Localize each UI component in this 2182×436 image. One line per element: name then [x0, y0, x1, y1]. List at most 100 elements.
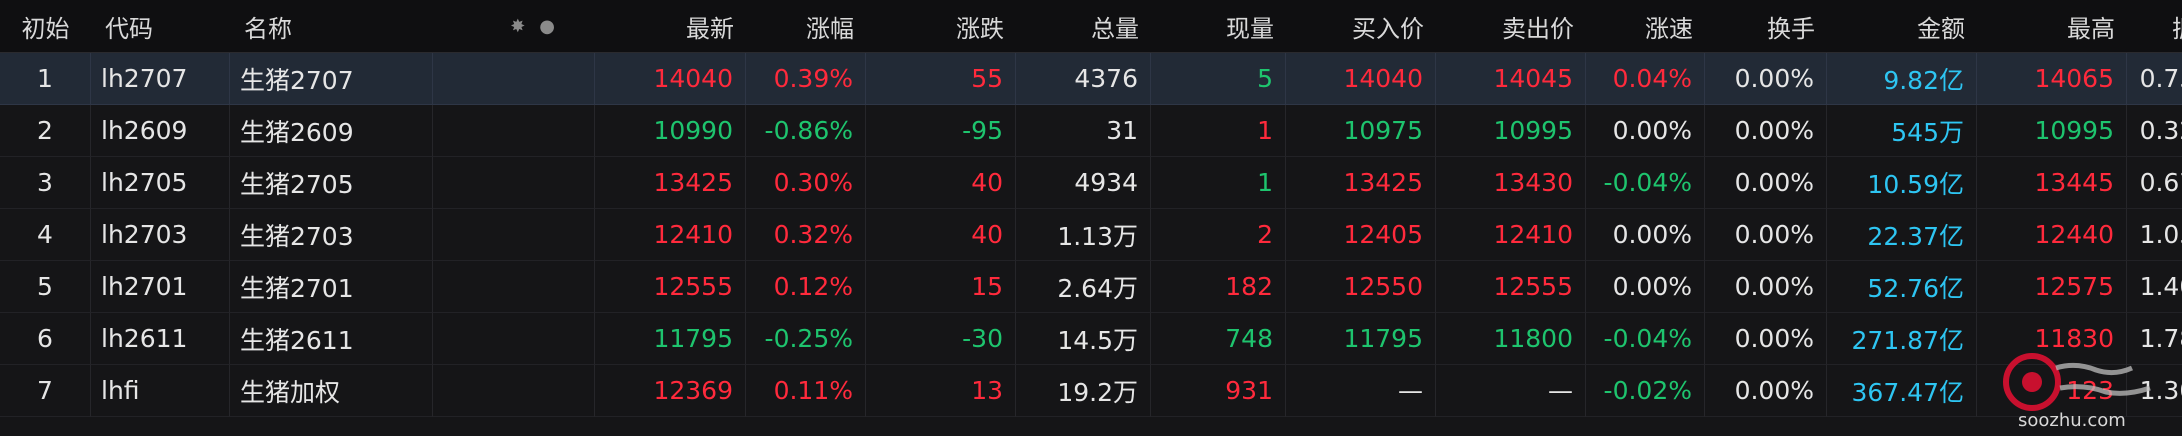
- cell-pct: 0.12%: [746, 261, 866, 313]
- table-row[interactable]: 2 lh2609 生猪2609 10990 -0.86% -95 31 1 10975 10995…: [0, 105, 2182, 157]
- soozhu-watermark-logo: soozhu.com: [2003, 353, 2151, 431]
- cell-name: 生猪加权: [230, 365, 433, 417]
- cell-last: 10990: [595, 105, 746, 157]
- cell-turn: 0.00%: [1705, 105, 1827, 157]
- cell-ask: 14045: [1436, 53, 1586, 105]
- cell-cur: 1: [1151, 157, 1286, 209]
- cell-amount: 9.82亿: [1827, 53, 1977, 105]
- cell-tools-spacer: [433, 313, 595, 365]
- cell-ask: 11800: [1436, 313, 1586, 365]
- header-high[interactable]: 最高: [1977, 0, 2127, 52]
- cell-high: 12575: [1977, 261, 2127, 313]
- cell-cur: 1: [1151, 105, 1286, 157]
- gear-icon[interactable]: ✸: [510, 16, 525, 37]
- cell-chg: 55: [866, 53, 1016, 105]
- header-ask[interactable]: 卖出价: [1436, 0, 1586, 52]
- cell-code: lhfi: [91, 365, 230, 417]
- table-row[interactable]: 3 lh2705 生猪2705 13425 0.30% 40 4934 1 13425 13430…: [0, 157, 2182, 209]
- cell-turn: 0.00%: [1705, 261, 1827, 313]
- header-vol[interactable]: 总量: [1016, 0, 1151, 52]
- header-cur[interactable]: 现量: [1151, 0, 1286, 52]
- cell-amount: 10.59亿: [1827, 157, 1977, 209]
- cell-tools-spacer: [433, 365, 595, 417]
- table-row[interactable]: 1 lh2707 生猪2707 14040 0.39% 55 4376 5 14040 14045…: [0, 53, 2182, 105]
- cell-cur: 931: [1151, 365, 1286, 417]
- cell-index: 1: [0, 53, 91, 105]
- cell-code: lh2701: [91, 261, 230, 313]
- cell-index: 6: [0, 313, 91, 365]
- cell-vol: 4934: [1016, 157, 1151, 209]
- cell-high: 13445: [1977, 157, 2127, 209]
- cell-turn: 0.00%: [1705, 157, 1827, 209]
- cell-last: 12369: [595, 365, 746, 417]
- column-header-row: 初始 代码 名称 ✸ ● 最新 涨幅 涨跌 总量 现量 买入价 卖出价 涨速 换…: [0, 0, 2182, 53]
- table-row[interactable]: 4 lh2703 生猪2703 12410 0.32% 40 1.13万 2 12405 1241…: [0, 209, 2182, 261]
- cell-ask: 12555: [1436, 261, 1586, 313]
- cell-cur: 2: [1151, 209, 1286, 261]
- cell-last: 13425: [595, 157, 746, 209]
- dot-icon[interactable]: ●: [539, 16, 555, 37]
- cell-pct: -0.86%: [746, 105, 866, 157]
- header-amp[interactable]: 振幅: [2127, 0, 2182, 52]
- header-name[interactable]: 名称: [230, 0, 433, 52]
- cell-amount: 22.37亿: [1827, 209, 1977, 261]
- header-code[interactable]: 代码: [91, 0, 230, 52]
- cell-pct: 0.11%: [746, 365, 866, 417]
- cell-pct: -0.25%: [746, 313, 866, 365]
- header-init[interactable]: 初始: [0, 0, 91, 52]
- cell-last: 14040: [595, 53, 746, 105]
- cell-tools-spacer: [433, 53, 595, 105]
- cell-bid: 13425: [1286, 157, 1436, 209]
- cell-cur: 5: [1151, 53, 1286, 105]
- cell-speed: 0.00%: [1586, 105, 1705, 157]
- cell-vol: 19.2万: [1016, 365, 1151, 417]
- cell-name: 生猪2609: [230, 105, 433, 157]
- cell-bid: 14040: [1286, 53, 1436, 105]
- cell-speed: 0.00%: [1586, 209, 1705, 261]
- header-last[interactable]: 最新: [595, 0, 746, 52]
- header-chg[interactable]: 涨跌: [866, 0, 1016, 52]
- cell-name: 生猪2707: [230, 53, 433, 105]
- cell-last: 12555: [595, 261, 746, 313]
- cell-high: 12440: [1977, 209, 2127, 261]
- header-amount[interactable]: 金额: [1827, 0, 1977, 52]
- cell-tools-spacer: [433, 105, 595, 157]
- cell-ask: 12410: [1436, 209, 1586, 261]
- cell-index: 4: [0, 209, 91, 261]
- cell-chg: 15: [866, 261, 1016, 313]
- cell-turn: 0.00%: [1705, 209, 1827, 261]
- cell-speed: -0.02%: [1586, 365, 1705, 417]
- cell-amount: 367.47亿: [1827, 365, 1977, 417]
- cell-index: 3: [0, 157, 91, 209]
- header-pct[interactable]: 涨幅: [746, 0, 866, 52]
- cell-last: 12410: [595, 209, 746, 261]
- cell-name: 生猪2705: [230, 157, 433, 209]
- cell-bid: 12550: [1286, 261, 1436, 313]
- cell-chg: -30: [866, 313, 1016, 365]
- header-bid[interactable]: 买入价: [1286, 0, 1436, 52]
- table-row[interactable]: 6 lh2611 生猪2611 11795 -0.25% -30 14.5万 748 11795…: [0, 313, 2182, 365]
- cell-name: 生猪2703: [230, 209, 433, 261]
- cell-vol: 31: [1016, 105, 1151, 157]
- cell-code: lh2707: [91, 53, 230, 105]
- header-tools: ✸ ●: [433, 0, 595, 52]
- cell-pct: 0.30%: [746, 157, 866, 209]
- cell-pct: 0.32%: [746, 209, 866, 261]
- cell-speed: -0.04%: [1586, 313, 1705, 365]
- cell-name: 生猪2701: [230, 261, 433, 313]
- cell-turn: 0.00%: [1705, 365, 1827, 417]
- table-row[interactable]: 5 lh2701 生猪2701 12555 0.12% 15 2.64万 182 12550 12…: [0, 261, 2182, 313]
- header-speed[interactable]: 涨速: [1586, 0, 1705, 52]
- table-row[interactable]: 7 lhfi 生猪加权 12369 0.11% 13 19.2万 931— — -0.02% 0.0…: [0, 365, 2182, 417]
- cell-amp: 0.67%: [2127, 157, 2182, 209]
- cell-high: 14065: [1977, 53, 2127, 105]
- cell-tools-spacer: [433, 261, 595, 313]
- header-turn[interactable]: 换手: [1705, 0, 1827, 52]
- cell-last: 11795: [595, 313, 746, 365]
- cell-cur: 748: [1151, 313, 1286, 365]
- cell-index: 5: [0, 261, 91, 313]
- cell-tools-spacer: [433, 209, 595, 261]
- cell-index: 7: [0, 365, 91, 417]
- cell-ask: 10995: [1436, 105, 1586, 157]
- cell-bid: 11795: [1286, 313, 1436, 365]
